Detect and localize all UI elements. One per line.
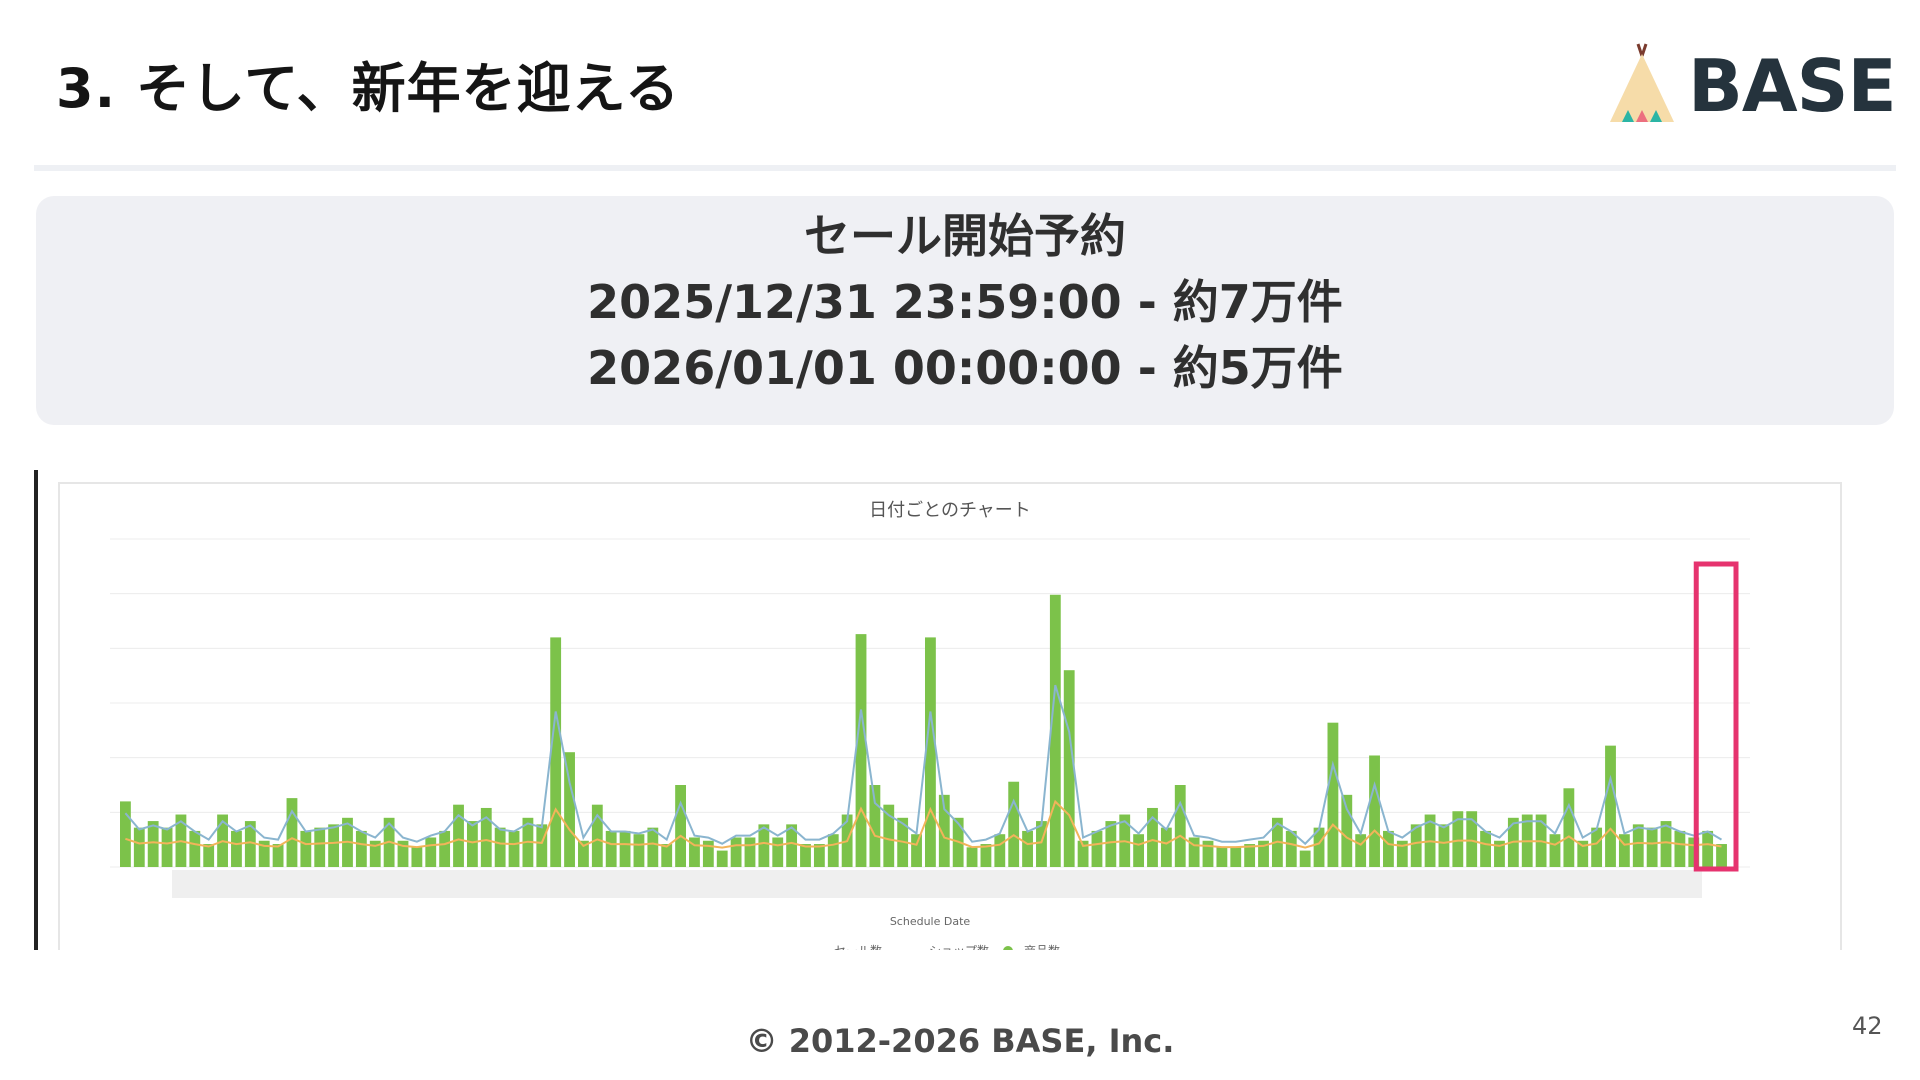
info-box: セール開始予約 2025/12/31 23:59:00 - 約7万件 2026/… bbox=[36, 196, 1894, 425]
chart-bar bbox=[855, 634, 867, 867]
chart-bar bbox=[300, 830, 312, 867]
chart-bar bbox=[439, 830, 451, 867]
chart-bar bbox=[647, 827, 659, 867]
highlight-box bbox=[1693, 561, 1739, 872]
chart-bar bbox=[550, 637, 562, 867]
chart-bar bbox=[1285, 830, 1297, 867]
teepee-icon bbox=[1610, 43, 1674, 122]
chart-bar bbox=[744, 837, 756, 867]
chart-bar bbox=[702, 840, 714, 867]
logo-wordmark: BASE bbox=[1688, 44, 1897, 128]
chart-bar bbox=[328, 824, 340, 867]
chart-bar bbox=[1383, 830, 1394, 867]
chart-screenshot: 日付ごとのチャート Schedule Date セール数 ショップ数 商品数 bbox=[34, 470, 1848, 950]
chart-bar bbox=[730, 837, 742, 867]
chart-bar bbox=[1063, 670, 1075, 867]
chart-bar bbox=[1341, 794, 1353, 867]
base-logo: BASE bbox=[1600, 40, 1897, 130]
chart-bar bbox=[1438, 824, 1450, 867]
chart-bar bbox=[161, 827, 173, 867]
chart-bar bbox=[1591, 827, 1603, 867]
chart-card: 日付ごとのチャート Schedule Date セール数 ショップ数 商品数 bbox=[58, 482, 1842, 950]
legend-swatch bbox=[1003, 946, 1013, 950]
chart-bar bbox=[994, 834, 1006, 867]
chart-bar bbox=[1549, 834, 1561, 867]
chart-bar bbox=[189, 830, 201, 867]
chart-bar bbox=[1605, 745, 1616, 867]
page-number: 42 bbox=[1852, 1012, 1883, 1040]
chart-bar bbox=[1355, 834, 1367, 867]
chart-bar bbox=[564, 752, 575, 867]
info-line-2: 2026/01/01 00:00:00 - 約5万件 bbox=[587, 341, 1343, 395]
chart-bar bbox=[1674, 830, 1686, 867]
legend-label: セール数 bbox=[834, 943, 882, 950]
chart-bar bbox=[619, 830, 631, 867]
legend-label: 商品数 bbox=[1024, 943, 1060, 950]
chart-bar bbox=[466, 821, 478, 867]
chart-bar bbox=[314, 827, 326, 867]
chart-bar bbox=[1299, 850, 1311, 867]
date-chart: 日付ごとのチャート Schedule Date セール数 ショップ数 商品数 bbox=[110, 500, 1750, 950]
chart-bar bbox=[120, 801, 131, 867]
chart-bar bbox=[827, 834, 839, 867]
chart-bar bbox=[1716, 844, 1727, 867]
chart-bar bbox=[1160, 827, 1172, 867]
chart-bar bbox=[1230, 847, 1242, 867]
info-heading: セール開始予約 bbox=[804, 209, 1126, 263]
chart-bar bbox=[1480, 830, 1491, 867]
x-axis-band bbox=[172, 870, 1702, 898]
info-line-1: 2025/12/31 23:59:00 - 約7万件 bbox=[587, 275, 1343, 329]
chart-bar bbox=[425, 837, 437, 867]
chart-title: 日付ごとのチャート bbox=[869, 500, 1031, 521]
chart-bar bbox=[133, 827, 145, 867]
chart-bar bbox=[286, 798, 298, 867]
chart-bar bbox=[1022, 830, 1033, 867]
chart-bar bbox=[966, 847, 978, 867]
sale-count-line bbox=[124, 684, 1723, 846]
chart-bar bbox=[675, 785, 686, 867]
chart-bar bbox=[1369, 755, 1380, 867]
chart-bar bbox=[494, 827, 506, 867]
chart-bar bbox=[1202, 840, 1214, 867]
chart-bar bbox=[1702, 830, 1714, 867]
title-divider bbox=[34, 165, 1896, 171]
chart-bar bbox=[147, 821, 159, 867]
chart-bar bbox=[716, 850, 728, 867]
chart-bar bbox=[536, 824, 548, 867]
chart-bar bbox=[1216, 847, 1228, 867]
chart-bar bbox=[605, 830, 617, 867]
chart-bar bbox=[772, 837, 784, 867]
chart-bar bbox=[1563, 788, 1575, 867]
chart-bar bbox=[1632, 824, 1644, 867]
legend-label: ショップ数 bbox=[929, 943, 989, 950]
chart-bar bbox=[411, 847, 423, 867]
chart-bar bbox=[1133, 834, 1145, 867]
chart-bar bbox=[1646, 827, 1658, 867]
chart-bar bbox=[633, 834, 645, 867]
chart-bar bbox=[911, 834, 922, 867]
chart-bar bbox=[1174, 785, 1186, 867]
slide-title: 3. そして、新年を迎える bbox=[56, 57, 680, 120]
chart-bar bbox=[355, 830, 367, 867]
chart-bar bbox=[508, 830, 520, 867]
chart-bar bbox=[231, 830, 242, 867]
chart-bar bbox=[1008, 781, 1020, 867]
chart-bar bbox=[1091, 830, 1103, 867]
chart-bar bbox=[1327, 722, 1339, 867]
x-axis-label: Schedule Date bbox=[890, 915, 971, 928]
copyright: © 2012-2026 BASE, Inc. bbox=[745, 1022, 1175, 1060]
